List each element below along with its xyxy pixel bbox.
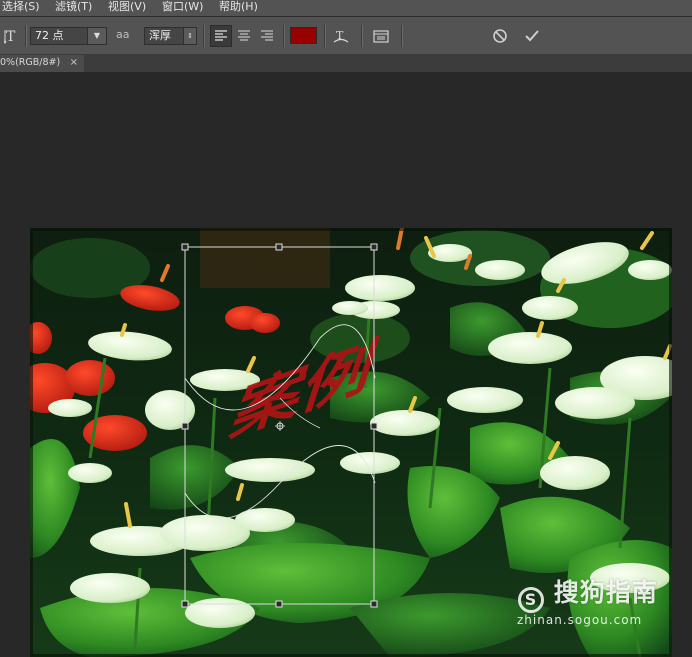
cancel-icon [493, 29, 507, 43]
options-bar: T 72 点 ▼ aa 浑厚 ⇕ T [0, 17, 692, 55]
menu-view[interactable]: 视图(V) [108, 0, 146, 14]
separator [203, 25, 205, 47]
watermark-brand: S 搜狗指南 [518, 573, 658, 613]
separator [283, 25, 285, 47]
text-color-swatch[interactable] [290, 27, 317, 44]
separator [324, 25, 326, 47]
antialias-label: aa [116, 28, 130, 41]
align-center-icon [238, 30, 250, 41]
commit-button[interactable] [521, 25, 543, 47]
menu-help[interactable]: 帮助(H) [219, 0, 258, 14]
menu-window[interactable]: 窗口(W) [162, 0, 203, 14]
align-left-button[interactable] [210, 25, 232, 47]
align-center-button[interactable] [233, 25, 255, 47]
separator [361, 25, 363, 47]
align-left-icon [215, 30, 227, 41]
menu-filter[interactable]: 滤镜(T) [55, 0, 92, 14]
antialias-value: 浑厚 [149, 29, 171, 42]
antialias-select[interactable]: 浑厚 ⇕ [144, 27, 197, 45]
menu-select[interactable]: 选择(S) [2, 0, 40, 14]
sogou-logo-icon: S [518, 587, 544, 613]
close-icon[interactable]: × [70, 55, 78, 71]
svg-text:T: T [6, 29, 16, 45]
font-size-value: 72 点 [35, 29, 64, 42]
separator [25, 25, 27, 47]
document-tab[interactable]: 0%(RGB/8#) × [0, 55, 84, 72]
font-size-dropdown-icon[interactable]: ▼ [87, 28, 106, 44]
antialias-dropdown-icon[interactable]: ⇕ [183, 28, 196, 44]
panel-icon [373, 30, 389, 43]
font-size-field[interactable]: 72 点 ▼ [30, 27, 107, 45]
check-icon [525, 30, 539, 42]
text-orientation-icon[interactable]: T [2, 25, 24, 47]
separator [401, 25, 403, 47]
watermark-brand-text: 搜狗指南 [553, 578, 658, 607]
menu-bar: 选择(S) 滤镜(T) 视图(V) 窗口(W) 帮助(H) [0, 0, 692, 17]
align-right-button[interactable] [256, 25, 278, 47]
watermark-url: zhinan.sogou.com [517, 613, 643, 627]
cancel-button[interactable] [489, 25, 511, 47]
character-panel-button[interactable] [370, 25, 392, 47]
warp-text-icon: T [333, 29, 349, 43]
warp-text-button[interactable]: T [330, 25, 352, 47]
document-tab-label: 0%(RGB/8#) [0, 57, 61, 68]
document-tab-bar: 0%(RGB/8#) × [0, 55, 692, 72]
align-right-icon [261, 30, 273, 41]
